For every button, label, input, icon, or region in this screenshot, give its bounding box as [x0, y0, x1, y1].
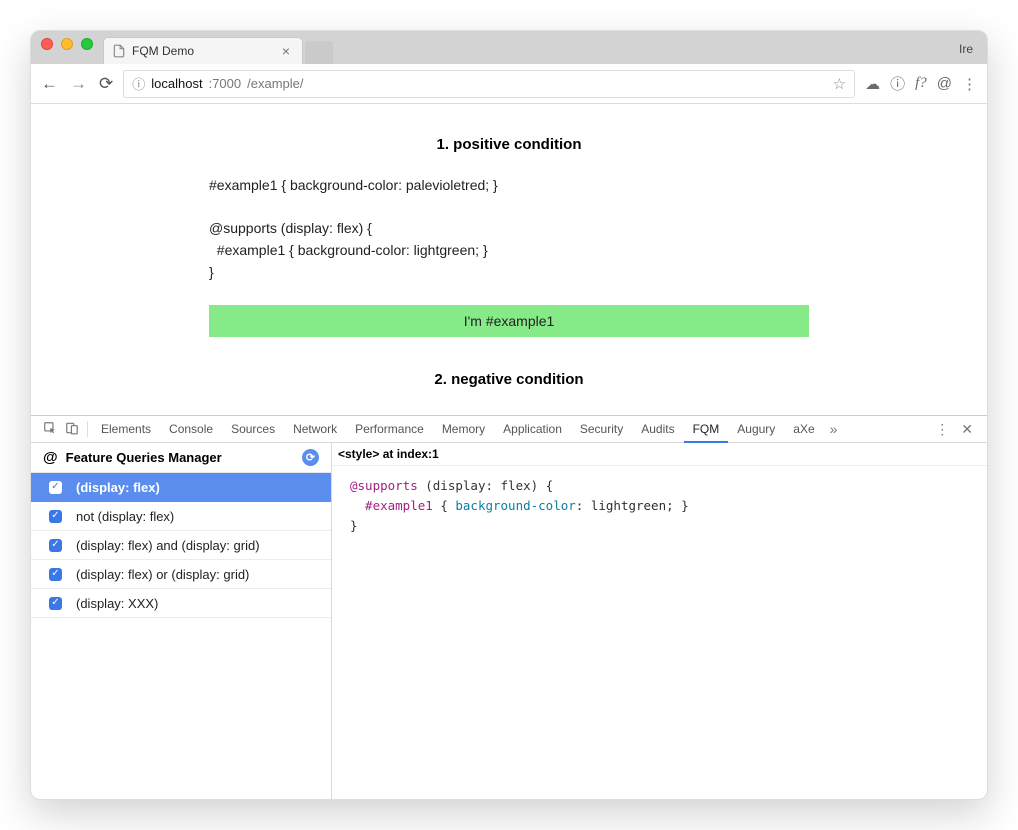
browser-toolbar: ← → ⟳ ⓘ localhost :7000/example/ ☆ ☁ ⓘ f?…	[31, 64, 987, 104]
devtools-tab-application[interactable]: Application	[494, 416, 571, 443]
devtools-tab-augury[interactable]: Augury	[728, 416, 784, 443]
tab-inactive-placeholder[interactable]	[305, 41, 333, 64]
address-bar[interactable]: ⓘ localhost :7000/example/ ☆	[123, 70, 855, 98]
browser-window: FQM Demo × Ire ← → ⟳ ⓘ localhost :7000/ex…	[30, 30, 988, 800]
minimize-window-icon[interactable]	[61, 38, 73, 50]
feature-query-label: (display: XXX)	[76, 596, 158, 611]
tab-title: FQM Demo	[132, 44, 194, 58]
close-window-icon[interactable]	[41, 38, 53, 50]
devtools: ElementsConsoleSourcesNetworkPerformance…	[31, 415, 987, 799]
devtools-tab-console[interactable]: Console	[160, 416, 222, 443]
checkbox-icon[interactable]: ✓	[49, 510, 62, 523]
reload-button[interactable]: ⟳	[99, 74, 113, 94]
devtools-close-icon[interactable]: ✕	[955, 421, 979, 438]
feature-query-item[interactable]: ✓ not (display: flex)	[31, 502, 331, 531]
section-heading-1: 1. positive condition	[209, 136, 809, 153]
extension-cloud-icon[interactable]: ☁	[865, 75, 880, 93]
nav-buttons: ← → ⟳	[41, 74, 113, 94]
devtools-menu-icon[interactable]: ⋮	[929, 421, 955, 438]
fqm-panel-title: Feature Queries Manager	[66, 450, 222, 465]
devtools-tabstrip: ElementsConsoleSourcesNetworkPerformance…	[31, 416, 987, 443]
devtools-tab-axe[interactable]: aXe	[784, 416, 823, 443]
extension-fq-icon[interactable]: f?	[915, 75, 927, 92]
fqm-panel-header: @ Feature Queries Manager ⟳	[31, 443, 331, 473]
profile-chip[interactable]: Ire	[959, 42, 977, 64]
checkbox-icon[interactable]: ✓	[49, 568, 62, 581]
back-button[interactable]: ←	[41, 74, 58, 94]
feature-query-item[interactable]: ✓ (display: XXX)	[31, 589, 331, 618]
fqm-detail-pane: <style> at index:1 @supports (display: f…	[332, 443, 987, 799]
fullscreen-window-icon[interactable]	[81, 38, 93, 50]
feature-query-item[interactable]: ✓ (display: flex) or (display: grid)	[31, 560, 331, 589]
devtools-tab-sources[interactable]: Sources	[222, 416, 284, 443]
bookmark-icon[interactable]: ☆	[833, 75, 846, 93]
fqm-reload-button[interactable]: ⟳	[302, 449, 319, 466]
forward-button[interactable]: →	[70, 74, 87, 94]
style-code: @supports (display: flex) { #example1 { …	[332, 466, 987, 546]
window-traffic-lights[interactable]	[41, 31, 93, 64]
checkbox-icon[interactable]: ✓	[49, 539, 62, 552]
url-host: localhost	[151, 76, 202, 91]
page-content: 1. positive condition #example1 { backgr…	[31, 104, 987, 415]
feature-query-list: ✓ (display: flex) ✓ not (display: flex) ✓ (di…	[31, 473, 331, 618]
tab-active[interactable]: FQM Demo ×	[103, 37, 303, 64]
fqm-logo-icon: @	[43, 449, 58, 466]
devtools-tab-security[interactable]: Security	[571, 416, 632, 443]
style-source-header: <style> at index:1	[332, 443, 987, 466]
url-port: :7000	[209, 76, 242, 91]
devtools-tab-memory[interactable]: Memory	[433, 416, 494, 443]
devtools-overflow-icon[interactable]: »	[824, 421, 844, 437]
example1-box: I'm #example1	[209, 305, 809, 337]
extension-info-icon[interactable]: ⓘ	[890, 73, 905, 94]
tab-strip: FQM Demo × Ire	[31, 31, 987, 64]
tab-close-icon[interactable]: ×	[282, 43, 290, 59]
url-path: /example/	[247, 76, 303, 91]
feature-query-label: (display: flex)	[76, 480, 160, 495]
devtools-tab-fqm[interactable]: FQM	[684, 416, 729, 443]
devtools-tab-network[interactable]: Network	[284, 416, 346, 443]
feature-query-label: (display: flex) or (display: grid)	[76, 567, 249, 582]
inspect-element-icon[interactable]	[39, 421, 61, 438]
checkbox-icon[interactable]: ✓	[49, 481, 62, 494]
feature-query-item[interactable]: ✓ (display: flex)	[31, 473, 331, 502]
page-icon	[112, 44, 126, 58]
device-toolbar-icon[interactable]	[61, 421, 83, 438]
devtools-tab-audits[interactable]: Audits	[632, 416, 683, 443]
browser-menu-icon[interactable]: ⋮	[962, 75, 977, 93]
devtools-tab-elements[interactable]: Elements	[92, 416, 160, 443]
section-heading-2: 2. negative condition	[209, 371, 809, 388]
code-sample-1: #example1 { background-color: paleviolet…	[209, 175, 809, 283]
feature-query-label: (display: flex) and (display: grid)	[76, 538, 260, 553]
fqm-sidebar: @ Feature Queries Manager ⟳ ✓ (display: f…	[31, 443, 332, 799]
feature-query-label: not (display: flex)	[76, 509, 174, 524]
checkbox-icon[interactable]: ✓	[49, 597, 62, 610]
site-info-icon[interactable]: ⓘ	[132, 74, 145, 93]
feature-query-item[interactable]: ✓ (display: flex) and (display: grid)	[31, 531, 331, 560]
extension-at-icon[interactable]: @	[937, 75, 952, 92]
devtools-tab-performance[interactable]: Performance	[346, 416, 433, 443]
